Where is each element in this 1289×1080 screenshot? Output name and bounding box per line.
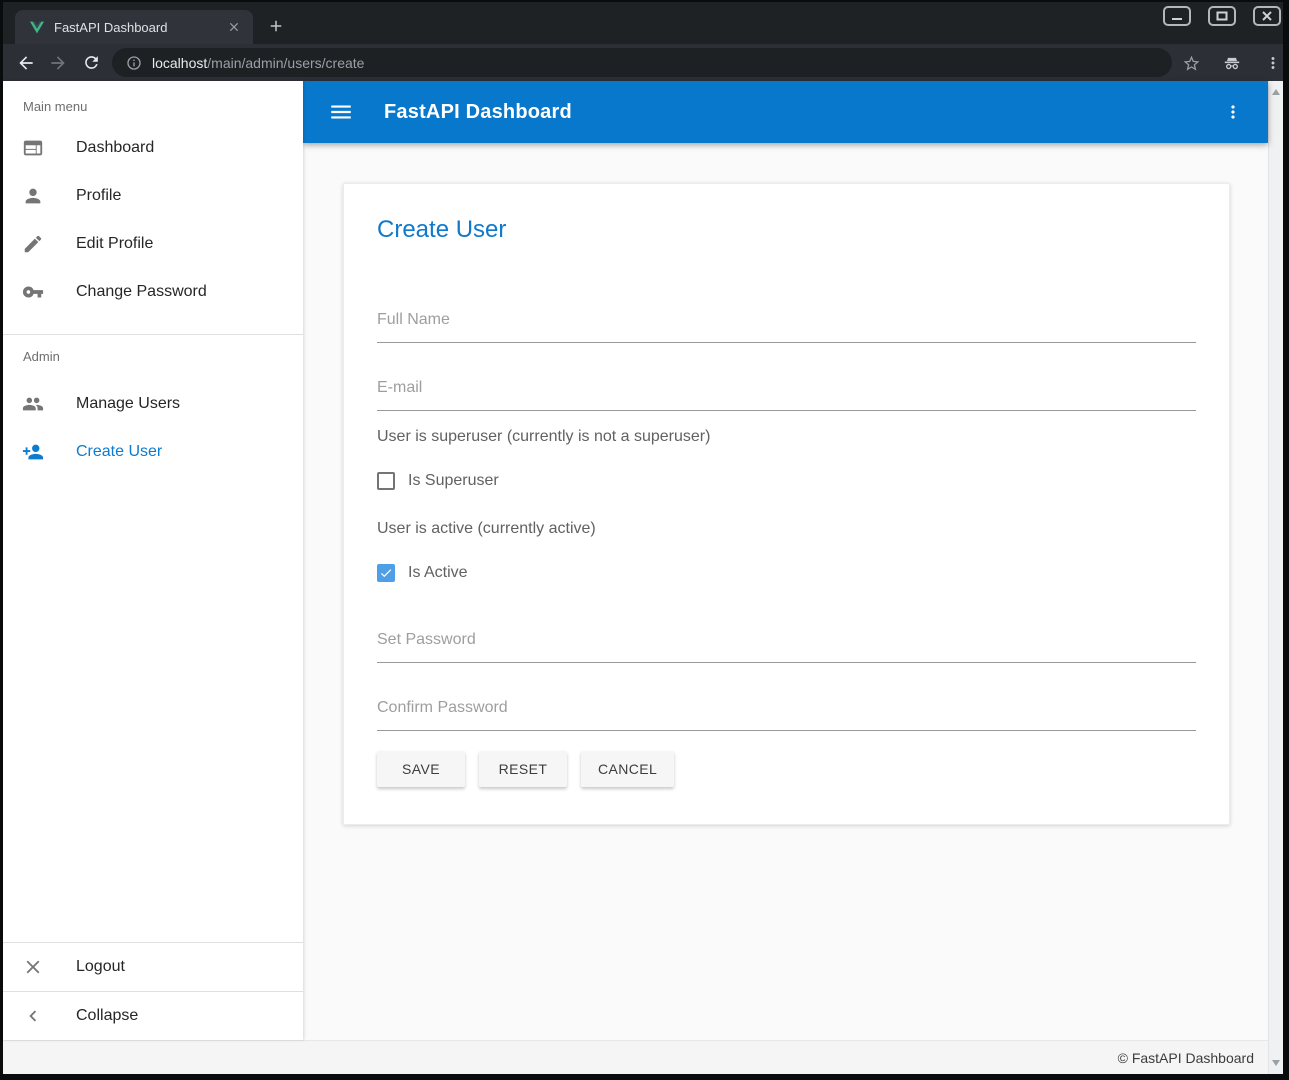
sidebar-item-manage-users[interactable]: Manage Users — [3, 380, 303, 428]
site-info-icon[interactable] — [126, 55, 142, 71]
save-button[interactable]: SAVE — [377, 751, 465, 787]
window-minimize-button[interactable] — [1163, 6, 1191, 26]
checkbox-label: Is Active — [408, 564, 468, 582]
checkbox-unchecked-icon[interactable] — [377, 472, 395, 490]
sidebar-item-create-user[interactable]: Create User — [3, 428, 303, 476]
checkbox-checked-icon[interactable] — [377, 564, 395, 582]
app-menu-kebab-icon[interactable] — [1220, 99, 1246, 125]
sidebar-item-profile[interactable]: Profile — [3, 172, 303, 220]
superuser-hint: User is superuser (currently is not a su… — [377, 425, 1196, 449]
browser-toolbar: localhost/main/admin/users/create — [3, 44, 1283, 81]
sidebar-item-label: Manage Users — [76, 395, 180, 413]
sidebar-item-label: Edit Profile — [76, 235, 153, 253]
page-viewport: Main menu Dashboard Profile — [3, 81, 1283, 1074]
pencil-icon — [22, 233, 44, 255]
window-maximize-button[interactable] — [1208, 6, 1236, 26]
scrollbar-up-arrow-icon[interactable] — [1272, 89, 1280, 95]
browser-window: FastAPI Dashboard — [0, 0, 1289, 1080]
sidebar-item-label: Logout — [76, 958, 125, 976]
back-icon[interactable] — [11, 48, 41, 78]
checkbox-label: Is Superuser — [408, 472, 499, 490]
set-password-field-wrapper — [377, 628, 1196, 663]
page-title: Create User — [377, 214, 1196, 246]
sidebar-item-logout[interactable]: Logout — [3, 943, 303, 991]
bookmark-star-icon[interactable] — [1176, 48, 1206, 78]
vue-logo-icon — [29, 19, 45, 35]
url-host: localhost — [152, 55, 207, 71]
web-icon — [22, 137, 44, 159]
person-add-icon — [22, 441, 44, 463]
set-password-input[interactable] — [377, 628, 1196, 652]
key-icon — [22, 281, 44, 303]
email-field-wrapper — [377, 376, 1196, 411]
sidebar-section-admin: Admin — [3, 335, 303, 380]
sidebar-item-edit-profile[interactable]: Edit Profile — [3, 220, 303, 268]
cancel-button[interactable]: CANCEL — [581, 751, 674, 787]
is-superuser-checkbox[interactable]: Is Superuser — [377, 469, 1196, 493]
sidebar-item-label: Change Password — [76, 283, 207, 301]
tab-title: FastAPI Dashboard — [54, 20, 225, 35]
people-icon — [22, 393, 44, 415]
copyright-text: © FastAPI Dashboard — [1118, 1050, 1254, 1066]
browser-tab[interactable]: FastAPI Dashboard — [15, 10, 253, 44]
confirm-password-input[interactable] — [377, 696, 1196, 720]
email-input[interactable] — [377, 376, 1196, 400]
app-title: FastAPI Dashboard — [384, 101, 572, 124]
confirm-password-field-wrapper — [377, 696, 1196, 731]
forward-icon[interactable] — [43, 48, 73, 78]
sidebar: Main menu Dashboard Profile — [3, 81, 303, 1040]
scrollbar-down-arrow-icon[interactable] — [1272, 1060, 1280, 1066]
person-icon — [22, 185, 44, 207]
sidebar-section-main-menu: Main menu — [3, 81, 303, 124]
sidebar-item-label: Dashboard — [76, 139, 154, 157]
hamburger-menu-icon[interactable] — [327, 98, 355, 126]
sidebar-item-label: Collapse — [76, 1007, 138, 1025]
active-hint: User is active (currently active) — [377, 517, 1196, 541]
url-path: /main/admin/users/create — [207, 55, 364, 71]
window-close-button[interactable] — [1253, 6, 1281, 26]
main-area: FastAPI Dashboard Create User User is su… — [303, 81, 1268, 1040]
page-footer: © FastAPI Dashboard — [3, 1040, 1268, 1074]
create-user-card: Create User User is superuser (currently… — [343, 183, 1230, 825]
vertical-scrollbar[interactable] — [1268, 81, 1283, 1074]
incognito-icon — [1217, 48, 1247, 78]
sidebar-item-collapse[interactable]: Collapse — [3, 992, 303, 1040]
sidebar-item-label: Create User — [76, 443, 162, 461]
browser-menu-icon[interactable] — [1258, 48, 1288, 78]
sidebar-item-change-password[interactable]: Change Password — [3, 268, 303, 316]
full-name-field-wrapper — [377, 308, 1196, 343]
tab-close-icon[interactable] — [225, 18, 243, 36]
chevron-left-icon — [22, 1005, 44, 1027]
sidebar-spacer — [3, 476, 303, 942]
full-name-input[interactable] — [377, 308, 1196, 332]
url-text: localhost/main/admin/users/create — [152, 55, 364, 71]
reload-icon[interactable] — [76, 48, 106, 78]
sidebar-item-label: Profile — [76, 187, 121, 205]
close-icon — [22, 956, 44, 978]
reset-button[interactable]: RESET — [479, 751, 567, 787]
sidebar-item-dashboard[interactable]: Dashboard — [3, 124, 303, 172]
address-bar[interactable]: localhost/main/admin/users/create — [112, 48, 1172, 77]
new-tab-button[interactable] — [261, 11, 291, 41]
is-active-checkbox[interactable]: Is Active — [377, 561, 1196, 585]
app-toolbar: FastAPI Dashboard — [303, 81, 1268, 143]
browser-tabstrip: FastAPI Dashboard — [3, 2, 1283, 44]
form-actions: SAVE RESET CANCEL — [377, 751, 1196, 787]
